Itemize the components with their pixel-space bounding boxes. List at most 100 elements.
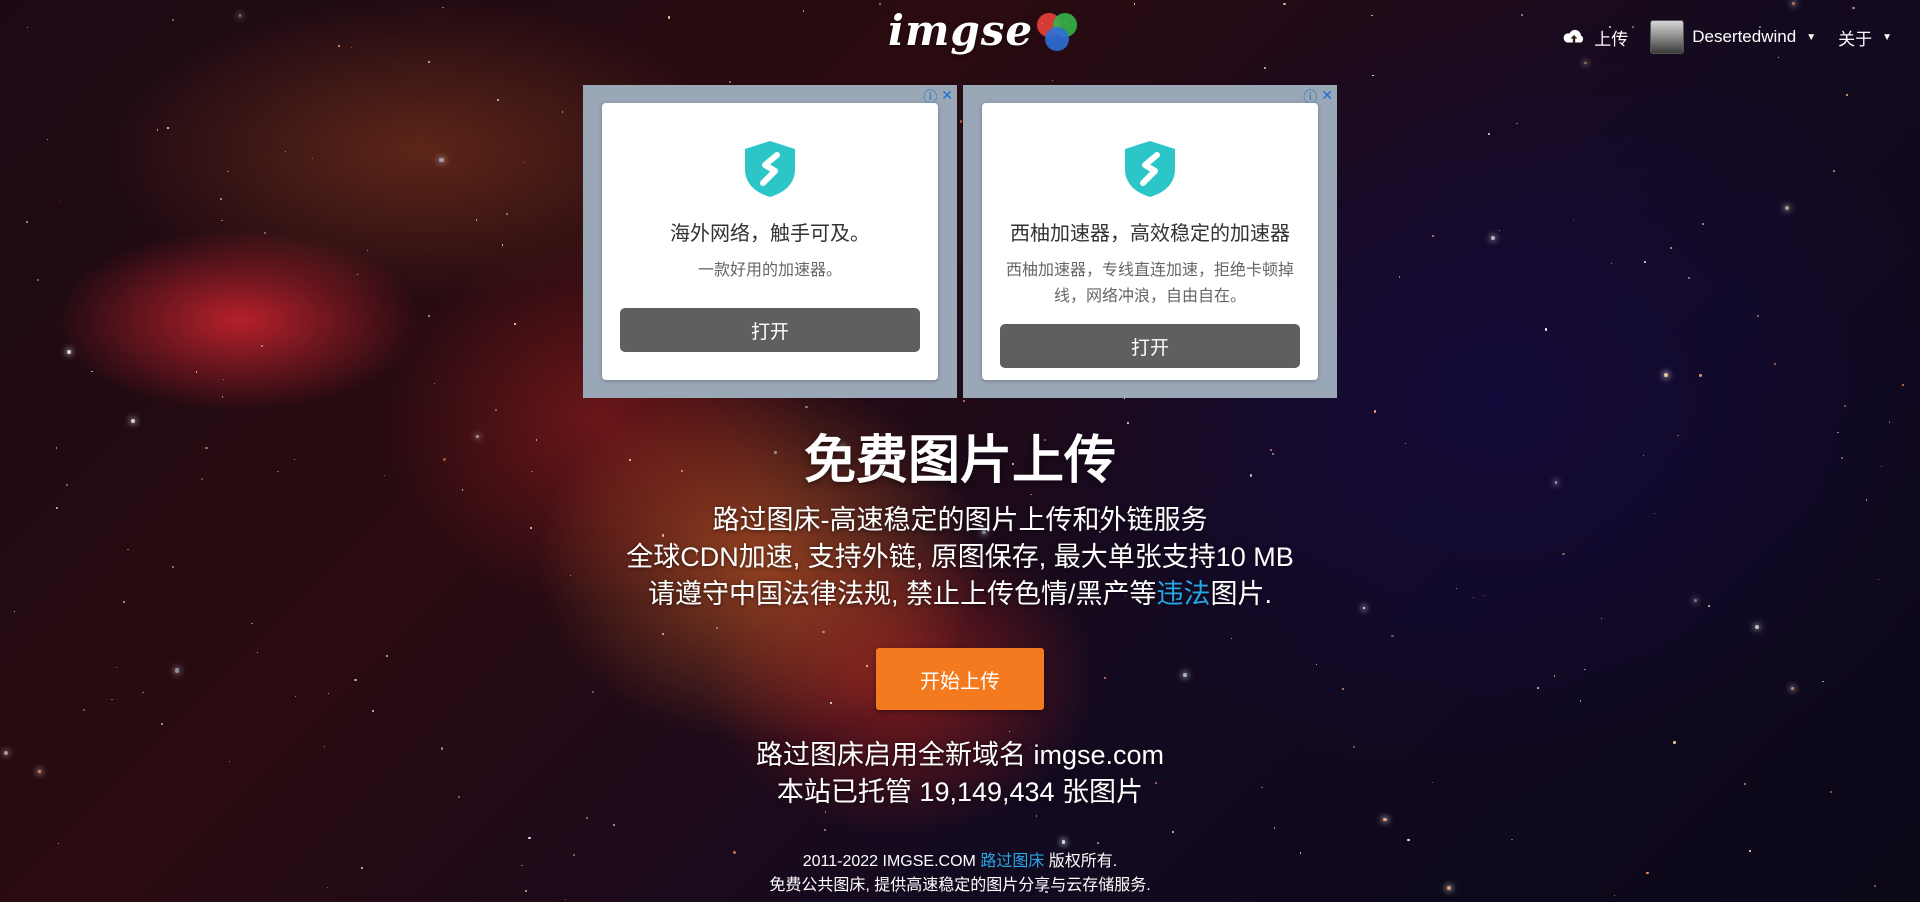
site-stats: 路过图床启用全新域名 imgse.com 本站已托管 19,149,434 张图… (0, 737, 1920, 811)
star (495, 409, 498, 412)
logo-text: imgse (888, 6, 1034, 55)
ad-open-button[interactable]: 打开 (1000, 324, 1300, 368)
star (1702, 222, 1705, 225)
star (1584, 668, 1587, 671)
star (561, 111, 564, 113)
star (1035, 815, 1038, 818)
hero-line-2: 全球CDN加速, 支持外链, 原图保存, 最大单张支持10 MB (626, 542, 1294, 572)
chevron-down-icon: ▼ (1882, 31, 1892, 43)
star (1391, 635, 1394, 638)
star (1784, 205, 1789, 211)
star (257, 651, 259, 653)
ad-title: 西柚加速器，高效稳定的加速器 (1010, 223, 1290, 245)
footer-tagline: 免费公共图床, 提供高速稳定的图片分享与云存储服务. (769, 877, 1151, 894)
star (1610, 263, 1612, 265)
star (1584, 61, 1587, 65)
star (220, 198, 223, 201)
star (1846, 94, 1848, 97)
page-title: 免费图片上传 (803, 432, 1116, 490)
hero-line-1: 路过图床-高速稳定的图片上传和外链服务 (712, 505, 1208, 535)
star (1663, 372, 1668, 377)
star (263, 232, 266, 235)
star (1171, 830, 1174, 833)
ad-close-icon[interactable]: ✕ (1321, 87, 1333, 107)
ad-description: 一款好用的加速器。 (697, 262, 842, 279)
star (1283, 2, 1286, 5)
upload-nav-label: 上传 (1594, 29, 1629, 49)
star (167, 127, 169, 129)
star (522, 162, 524, 164)
star (1341, 688, 1344, 691)
star (1263, 66, 1267, 70)
ad-unit[interactable]: ⓘ ✕ 海外网络，触手可及。 一款好用的加速器。 打开 (583, 85, 957, 398)
star (284, 150, 286, 152)
star (294, 695, 297, 698)
site-logo[interactable]: imgse (888, 6, 1081, 55)
star (496, 98, 499, 101)
star (822, 630, 825, 633)
star (1051, 80, 1054, 82)
star (354, 679, 357, 682)
star (174, 668, 179, 673)
star (716, 626, 719, 630)
start-upload-button[interactable]: 开始上传 (876, 648, 1044, 710)
star (1097, 841, 1100, 844)
top-nav: 上传 Desertedwind ▼ 关于 ▼ (1562, 20, 1892, 54)
hero-line-3: 请遵守中国法律法规, 禁止上传色情/黑产等违法图片. (0, 576, 1920, 613)
ad-card[interactable]: 海外网络，触手可及。 一款好用的加速器。 打开 (602, 103, 938, 380)
star (1643, 260, 1647, 263)
star (1030, 493, 1033, 496)
cloud-upload-icon (1563, 29, 1584, 43)
star (585, 816, 588, 820)
star (1756, 314, 1759, 318)
star (350, 46, 352, 48)
star (1521, 14, 1524, 17)
star (564, 898, 567, 900)
star (1699, 374, 1702, 377)
star (221, 396, 224, 398)
star (729, 81, 731, 84)
star (222, 378, 225, 380)
star (1103, 676, 1106, 679)
star (142, 692, 144, 694)
star (251, 622, 253, 624)
user-menu[interactable]: Desertedwind ▼ (1650, 20, 1816, 54)
footer: 2011-2022 IMGSE.COM 路过图床 版权所有. 免费公共图床, 提… (0, 850, 1920, 898)
star (91, 371, 93, 373)
star (1791, 686, 1795, 690)
star (433, 382, 435, 385)
star (1511, 838, 1513, 841)
upload-nav-button[interactable]: 上传 (1562, 25, 1628, 50)
ad-card[interactable]: 西柚加速器，高效稳定的加速器 西柚加速器，专线直连加速，拒绝卡顿掉线，网络冲浪，… (982, 103, 1318, 380)
star (501, 244, 504, 246)
copyright-line: 2011-2022 IMGSE.COM 路过图床 版权所有. (0, 850, 1920, 874)
star (506, 213, 509, 215)
star (1573, 219, 1575, 221)
site-name-link[interactable]: 路过图床 (980, 853, 1044, 870)
star (1498, 229, 1500, 232)
ad-close-icon[interactable]: ✕ (941, 87, 953, 107)
star (805, 406, 808, 409)
star (662, 633, 664, 635)
star (428, 61, 430, 63)
star (26, 26, 29, 29)
about-menu[interactable]: 关于 ▼ (1838, 25, 1892, 50)
star (1273, 827, 1275, 829)
shield-logo-icon (745, 141, 795, 197)
star (1600, 618, 1602, 620)
star (327, 693, 329, 695)
rights-text: 版权所有. (1048, 853, 1118, 870)
star (160, 722, 163, 726)
star (865, 664, 868, 668)
ad-unit[interactable]: ⓘ ✕ 西柚加速器，高效稳定的加速器 西柚加速器，专线直连加速，拒绝卡顿掉线，网… (963, 85, 1337, 398)
ad-banner-area: ⓘ ✕ 海外网络，触手可及。 一款好用的加速器。 打开 ⓘ ✕ 西柚加速器，高效… (583, 85, 1337, 398)
star (386, 655, 389, 658)
illegal-content-link[interactable]: 违法 (1157, 579, 1211, 609)
star (439, 157, 444, 163)
star (1374, 410, 1377, 413)
star (830, 702, 833, 705)
ad-open-button[interactable]: 打开 (620, 308, 920, 352)
star (1008, 730, 1010, 732)
ad-title: 海外网络，触手可及。 (670, 223, 870, 245)
star (67, 350, 71, 354)
